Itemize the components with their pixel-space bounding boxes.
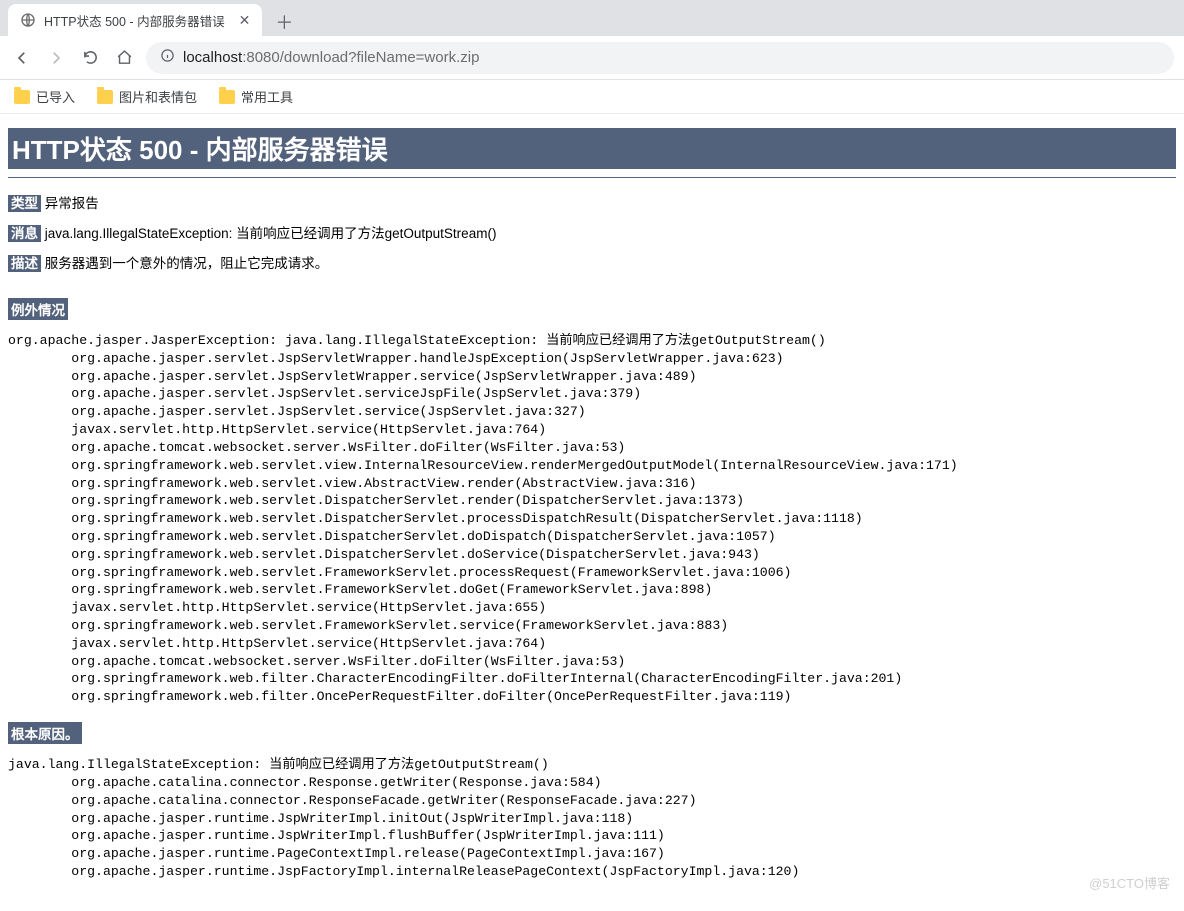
- url-text: localhost:8080/download?fileName=work.zi…: [183, 49, 479, 66]
- browser-toolbar: localhost:8080/download?fileName=work.zi…: [0, 36, 1184, 80]
- url-path: /download?fileName=work.zip: [280, 49, 480, 66]
- bookmark-item[interactable]: 图片和表情包: [97, 87, 197, 106]
- message-value: java.lang.IllegalStateException: 当前响应已经调…: [45, 226, 497, 241]
- reload-button[interactable]: [78, 46, 102, 70]
- site-info-icon[interactable]: [160, 48, 175, 67]
- home-button[interactable]: [112, 46, 136, 70]
- rootcause-stacktrace: java.lang.IllegalStateException: 当前响应已经调…: [8, 756, 1176, 881]
- type-row: 类型 异常报告: [8, 192, 1176, 212]
- rootcause-label: 根本原因。: [8, 722, 82, 744]
- globe-icon: [20, 12, 36, 28]
- type-label: 类型: [8, 195, 41, 212]
- back-button[interactable]: [10, 46, 34, 70]
- tab-title: HTTP状态 500 - 内部服务器错误: [44, 11, 225, 30]
- divider: [8, 177, 1176, 178]
- bookmarks-bar: 已导入 图片和表情包 常用工具: [0, 80, 1184, 114]
- error-heading: HTTP状态 500 - 内部服务器错误: [8, 128, 1176, 169]
- bookmark-item[interactable]: 已导入: [14, 87, 75, 106]
- bookmark-label: 图片和表情包: [119, 87, 197, 106]
- type-value: 异常报告: [45, 196, 99, 211]
- page-body: HTTP状态 500 - 内部服务器错误 类型 异常报告 消息 java.lan…: [0, 128, 1184, 911]
- description-row: 描述 服务器遇到一个意外的情况，阻止它完成请求。: [8, 252, 1176, 272]
- bookmark-label: 常用工具: [241, 87, 293, 106]
- tab-strip: HTTP状态 500 - 内部服务器错误 ✕ ＋: [0, 0, 1184, 36]
- message-row: 消息 java.lang.IllegalStateException: 当前响应…: [8, 222, 1176, 242]
- folder-icon: [219, 90, 235, 104]
- message-label: 消息: [8, 225, 41, 242]
- close-tab-icon[interactable]: ✕: [239, 12, 251, 29]
- description-value: 服务器遇到一个意外的情况，阻止它完成请求。: [45, 256, 329, 271]
- bookmark-item[interactable]: 常用工具: [219, 87, 293, 106]
- exception-stacktrace: org.apache.jasper.JasperException: java.…: [8, 332, 1176, 706]
- browser-chrome: HTTP状态 500 - 内部服务器错误 ✕ ＋: [0, 0, 1184, 36]
- url-port: :8080: [242, 49, 280, 66]
- folder-icon: [14, 90, 30, 104]
- folder-icon: [97, 90, 113, 104]
- bookmark-label: 已导入: [36, 87, 75, 106]
- exception-label: 例外情况: [8, 298, 68, 320]
- new-tab-button[interactable]: ＋: [270, 8, 298, 36]
- browser-tab[interactable]: HTTP状态 500 - 内部服务器错误 ✕: [8, 4, 262, 36]
- forward-button[interactable]: [44, 46, 68, 70]
- url-host: localhost: [183, 49, 242, 66]
- description-label: 描述: [8, 255, 41, 272]
- address-bar[interactable]: localhost:8080/download?fileName=work.zi…: [146, 42, 1174, 74]
